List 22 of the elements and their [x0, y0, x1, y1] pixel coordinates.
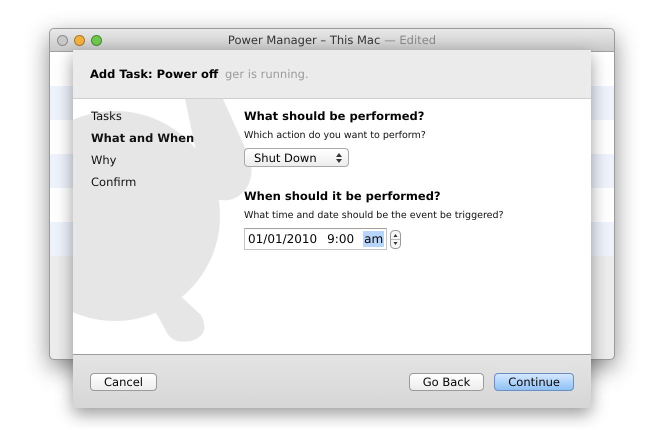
section-heading: When should it be performed?	[244, 188, 442, 204]
window-control-icon[interactable]	[74, 34, 85, 46]
window-control-icon[interactable]	[91, 34, 102, 46]
background-status-text: ger is running.	[225, 67, 309, 81]
sheet-title: Add Task: Power off	[90, 67, 218, 81]
dialog-button[interactable]: Cancel	[90, 372, 157, 390]
stepper-icon[interactable]	[390, 230, 402, 248]
section-prompt: Which action do you want to perform?	[244, 129, 427, 142]
step-item: Confirm	[91, 174, 138, 190]
window-control-icon[interactable]	[57, 34, 68, 46]
dialog-button[interactable]: Go Back	[408, 372, 484, 390]
date-time-field[interactable]: 01/01/2010 9:00 am	[244, 228, 388, 250]
section-heading: What should be performed?	[244, 108, 426, 124]
updown-icon	[336, 152, 342, 162]
section-prompt: What time and date should be the event be triggered?	[244, 209, 504, 222]
step-item: Tasks	[91, 108, 123, 124]
step-item: Why	[91, 152, 118, 168]
default-button[interactable]: Continue	[494, 372, 574, 390]
step-item: What and When	[91, 130, 196, 146]
action-popup[interactable]: Shut Down	[244, 148, 349, 167]
window-title: Power Manager – This Mac	[228, 33, 380, 47]
edited-label: — Edited	[384, 33, 436, 47]
